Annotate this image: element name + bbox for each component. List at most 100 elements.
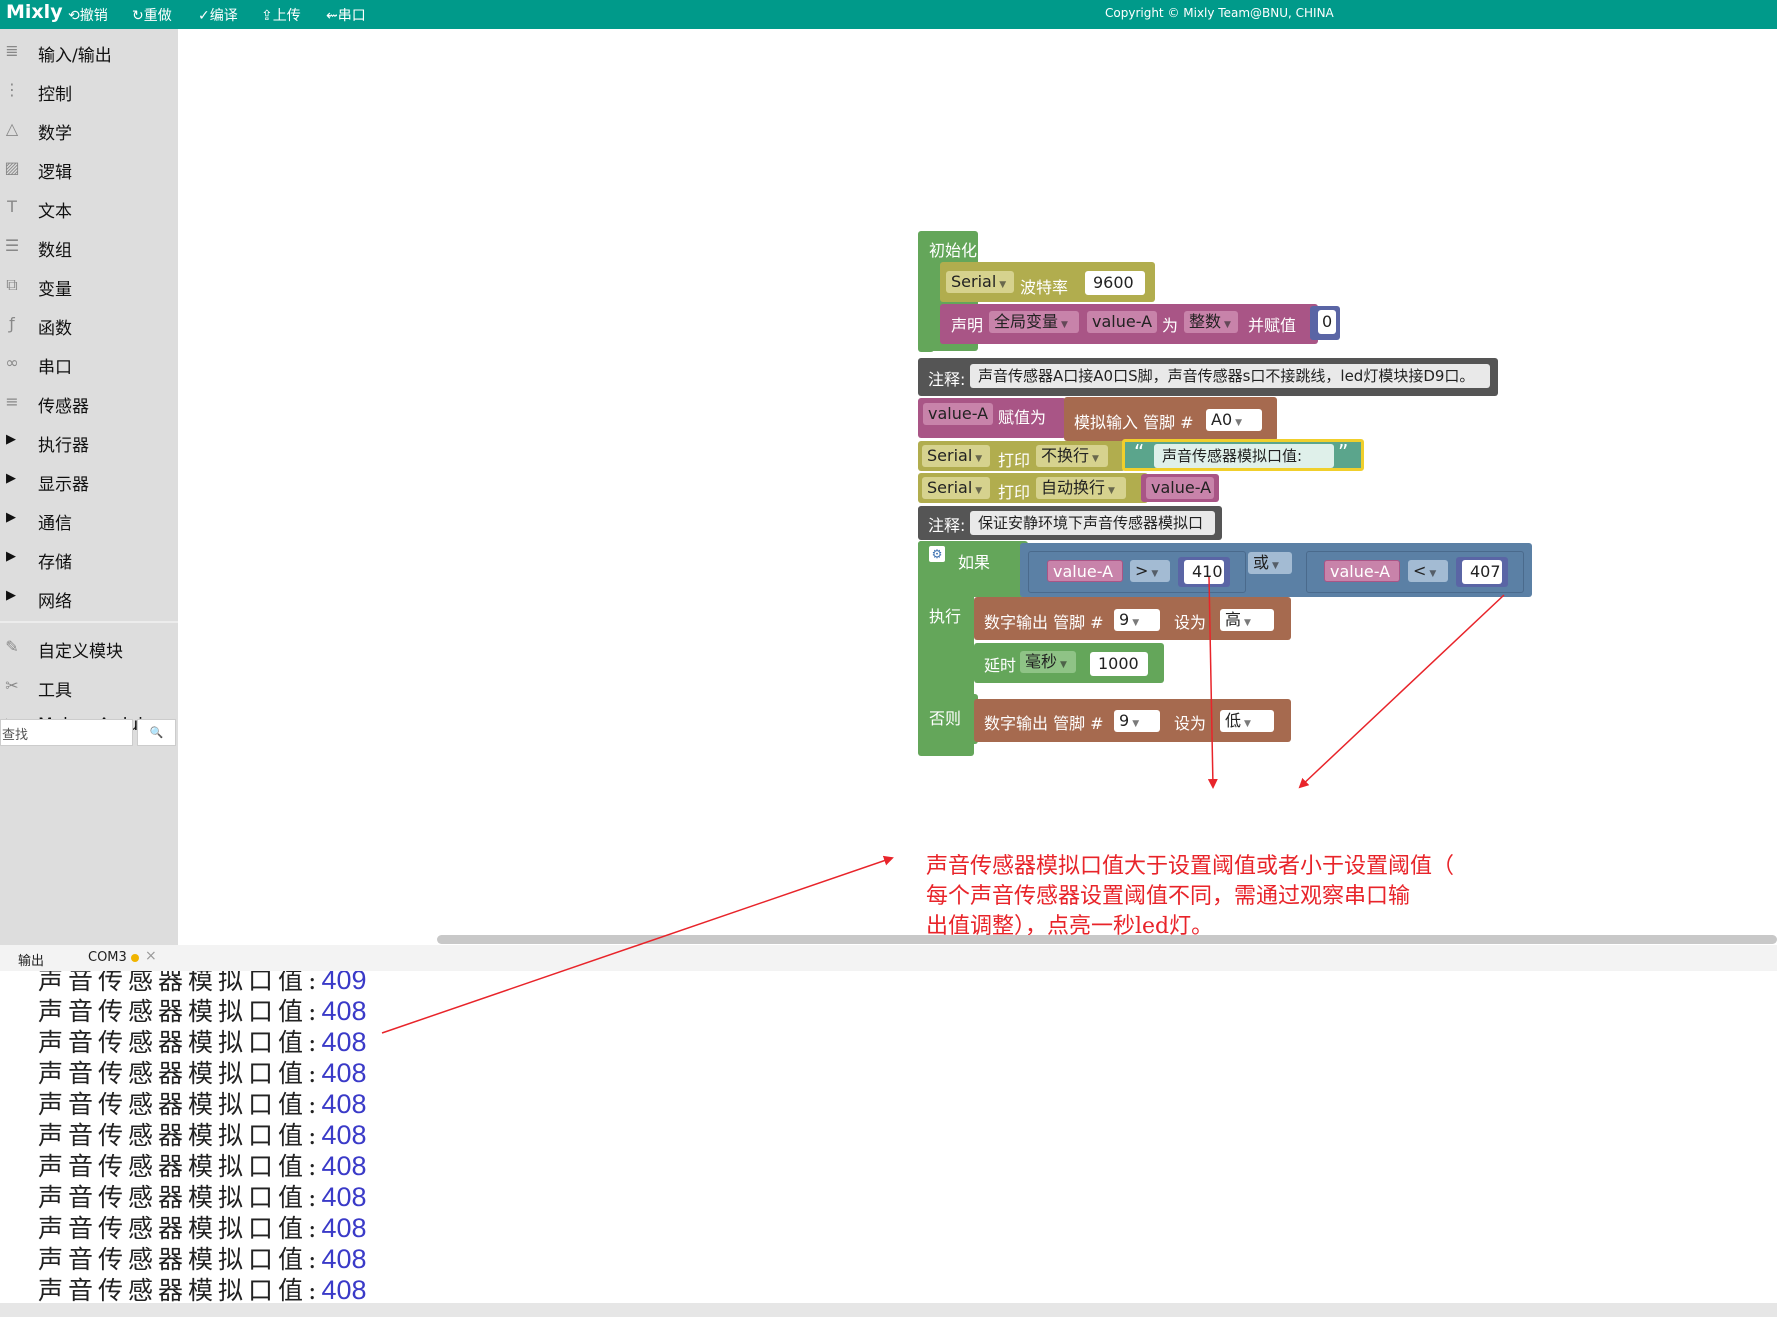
category-label: 执行器	[38, 436, 89, 456]
category-label: 数组	[38, 241, 72, 261]
level-value: 低	[1225, 711, 1242, 730]
comment-text-field[interactable]: 保证安静环境下声音传感器模拟口	[970, 511, 1215, 535]
threshold-high-field[interactable]: 410	[1184, 560, 1224, 584]
delay-value-field[interactable]: 1000	[1090, 652, 1148, 676]
gear-icon[interactable]: ⚙	[929, 546, 945, 562]
block-search-input[interactable]: 查找	[0, 719, 133, 746]
serial-monitor-output[interactable]: 声音传感器模拟口值:409 声音传感器模拟口值:408 声音传感器模拟口值:40…	[0, 971, 1777, 1303]
sensor-icon: ≡	[5, 392, 19, 411]
upload-button[interactable]: ⇪上传	[261, 5, 301, 25]
serial-line: 声音传感器模拟口值:409	[38, 971, 367, 995]
if-label: 如果	[958, 553, 991, 572]
dropdown-caret-icon: ▼	[1272, 561, 1279, 571]
logic-operator-dropdown[interactable]: 或 ▼	[1248, 552, 1292, 574]
category-network[interactable]: ▶ 网络	[0, 580, 178, 616]
category-sensors[interactable]: ≡ 传感器	[0, 385, 178, 421]
close-icon[interactable]: ×	[145, 948, 157, 964]
compare-operator-2[interactable]: < ▼	[1408, 560, 1448, 582]
type-dropdown[interactable]: 整数 ▼	[1184, 311, 1238, 333]
serial-line-value: 408	[321, 1182, 367, 1212]
category-actuators[interactable]: ▶ 执行器	[0, 424, 178, 460]
comment-text-field[interactable]: 声音传感器A口接A0口S脚，声音传感器s口不接跳线，led灯模块接D9口。	[970, 364, 1490, 388]
dropdown-caret-icon: ▼	[975, 454, 983, 464]
serial-dropdown[interactable]: Serial ▼	[946, 271, 1014, 293]
init-value-field[interactable]: 0	[1318, 310, 1336, 334]
block-category-sidebar: ≣ 输入/输出 ⋮ 控制 △ 数学 ▨ 逻辑 T 文本 ☰ 数组 ⧉ 变量 ƒ 函数 ∞ 串口 ≡…	[0, 29, 178, 945]
compile-button[interactable]: ✓编译	[198, 5, 238, 25]
threshold-low-field[interactable]: 407	[1462, 560, 1502, 584]
print-mode-dropdown[interactable]: 自动换行 ▼	[1036, 477, 1126, 499]
compare-operator-1[interactable]: > ▼	[1130, 560, 1170, 582]
serial-dropdown[interactable]: Serial ▼	[922, 477, 990, 499]
serial-button[interactable]: ⇜串口	[326, 5, 366, 25]
math-icon: △	[5, 119, 19, 138]
scope-dropdown[interactable]: 全局变量 ▼	[989, 311, 1079, 333]
category-variables[interactable]: ⧉ 变量	[0, 268, 178, 304]
analog-pin-dropdown[interactable]: A0 ▼	[1206, 409, 1262, 431]
set-label: 设为	[1174, 613, 1207, 632]
category-label: 存储	[38, 553, 72, 573]
category-text[interactable]: T 文本	[0, 190, 178, 226]
serial-line-label: 声音传感器模拟口值:	[38, 1183, 322, 1212]
level-dropdown[interactable]: 高 ▼	[1220, 609, 1274, 631]
assign-variable-name[interactable]: value-A	[923, 403, 993, 425]
serial-line: 声音传感器模拟口值:408	[38, 1271, 367, 1303]
dropdown-caret-icon: ▼	[999, 280, 1007, 290]
category-serial[interactable]: ∞ 串口	[0, 346, 178, 382]
operator-value: <	[1413, 561, 1427, 580]
baud-rate-field[interactable]: 9600	[1085, 271, 1145, 295]
bottom-strip	[0, 1303, 1777, 1317]
category-label: 网络	[38, 592, 72, 612]
variable-get-name[interactable]: value-A	[1146, 477, 1214, 499]
category-functions[interactable]: ƒ 函数	[0, 307, 178, 343]
workspace-horizontal-scrollbar[interactable]	[437, 935, 1777, 944]
category-tools[interactable]: ✂ 工具	[0, 669, 178, 705]
serial-line: 声音传感器模拟口值:408	[38, 1023, 367, 1057]
serial-line-label: 声音传感器模拟口值:	[38, 1090, 322, 1119]
text-string-field[interactable]: 声音传感器模拟口值:	[1154, 444, 1334, 468]
dropdown-caret-icon: ▼	[1092, 454, 1099, 464]
category-custom-module[interactable]: ✎ 自定义模块	[0, 630, 178, 666]
serial-line: 声音传感器模拟口值:408	[38, 1240, 367, 1274]
expand-triangle-icon: ▶	[6, 471, 16, 486]
tab-output[interactable]: 输出	[18, 950, 44, 969]
redo-button[interactable]: ↻重做	[132, 5, 172, 25]
analog-pin-value: A0	[1211, 410, 1233, 429]
print-label: 打印	[998, 451, 1031, 470]
category-io[interactable]: ≣ 输入/输出	[0, 34, 178, 70]
compare-variable-1[interactable]: value-A	[1047, 560, 1123, 582]
category-array[interactable]: ☰ 数组	[0, 229, 178, 265]
compare-variable-2[interactable]: value-A	[1324, 560, 1400, 582]
delay-unit-dropdown[interactable]: 毫秒 ▼	[1020, 651, 1076, 673]
expand-triangle-icon: ▶	[6, 549, 16, 564]
category-label: 显示器	[38, 475, 89, 495]
print-mode-value: 自动换行	[1041, 478, 1106, 497]
digital-pin-dropdown[interactable]: 9 ▼	[1114, 609, 1160, 631]
category-math[interactable]: △ 数学	[0, 112, 178, 148]
category-label: 数学	[38, 124, 72, 144]
category-control[interactable]: ⋮ 控制	[0, 73, 178, 109]
output-tab-bar: 输出 COM3 ×	[0, 945, 1777, 972]
dropdown-caret-icon: ▼	[1429, 569, 1437, 579]
serial-line: 声音传感器模拟口值:408	[38, 1054, 367, 1088]
level-dropdown[interactable]: 低 ▼	[1220, 710, 1274, 732]
category-communication[interactable]: ▶ 通信	[0, 502, 178, 538]
pencil-icon: ✎	[5, 637, 19, 656]
dropdown-caret-icon: ▼	[1132, 719, 1140, 729]
serial-line: 声音传感器模拟口值:408	[38, 992, 367, 1026]
category-displays[interactable]: ▶ 显示器	[0, 463, 178, 499]
serial-line-label: 声音传感器模拟口值:	[38, 1276, 322, 1303]
close-quote-icon: ”	[1338, 440, 1349, 464]
digital-pin-dropdown[interactable]: 9 ▼	[1114, 710, 1160, 732]
init-label: 初始化	[929, 241, 978, 260]
print-mode-value: 不换行	[1041, 446, 1090, 465]
variable-name-field[interactable]: value-A	[1087, 311, 1157, 333]
serial-dropdown[interactable]: Serial ▼	[922, 445, 990, 467]
category-label: 控制	[38, 85, 72, 105]
category-logic[interactable]: ▨ 逻辑	[0, 151, 178, 187]
search-icon[interactable]: 🔍	[137, 719, 176, 746]
tab-com3[interactable]: COM3	[88, 950, 127, 965]
category-storage[interactable]: ▶ 存储	[0, 541, 178, 577]
print-mode-dropdown[interactable]: 不换行 ▼	[1036, 445, 1108, 467]
undo-button[interactable]: ⟲撤销	[68, 5, 108, 25]
